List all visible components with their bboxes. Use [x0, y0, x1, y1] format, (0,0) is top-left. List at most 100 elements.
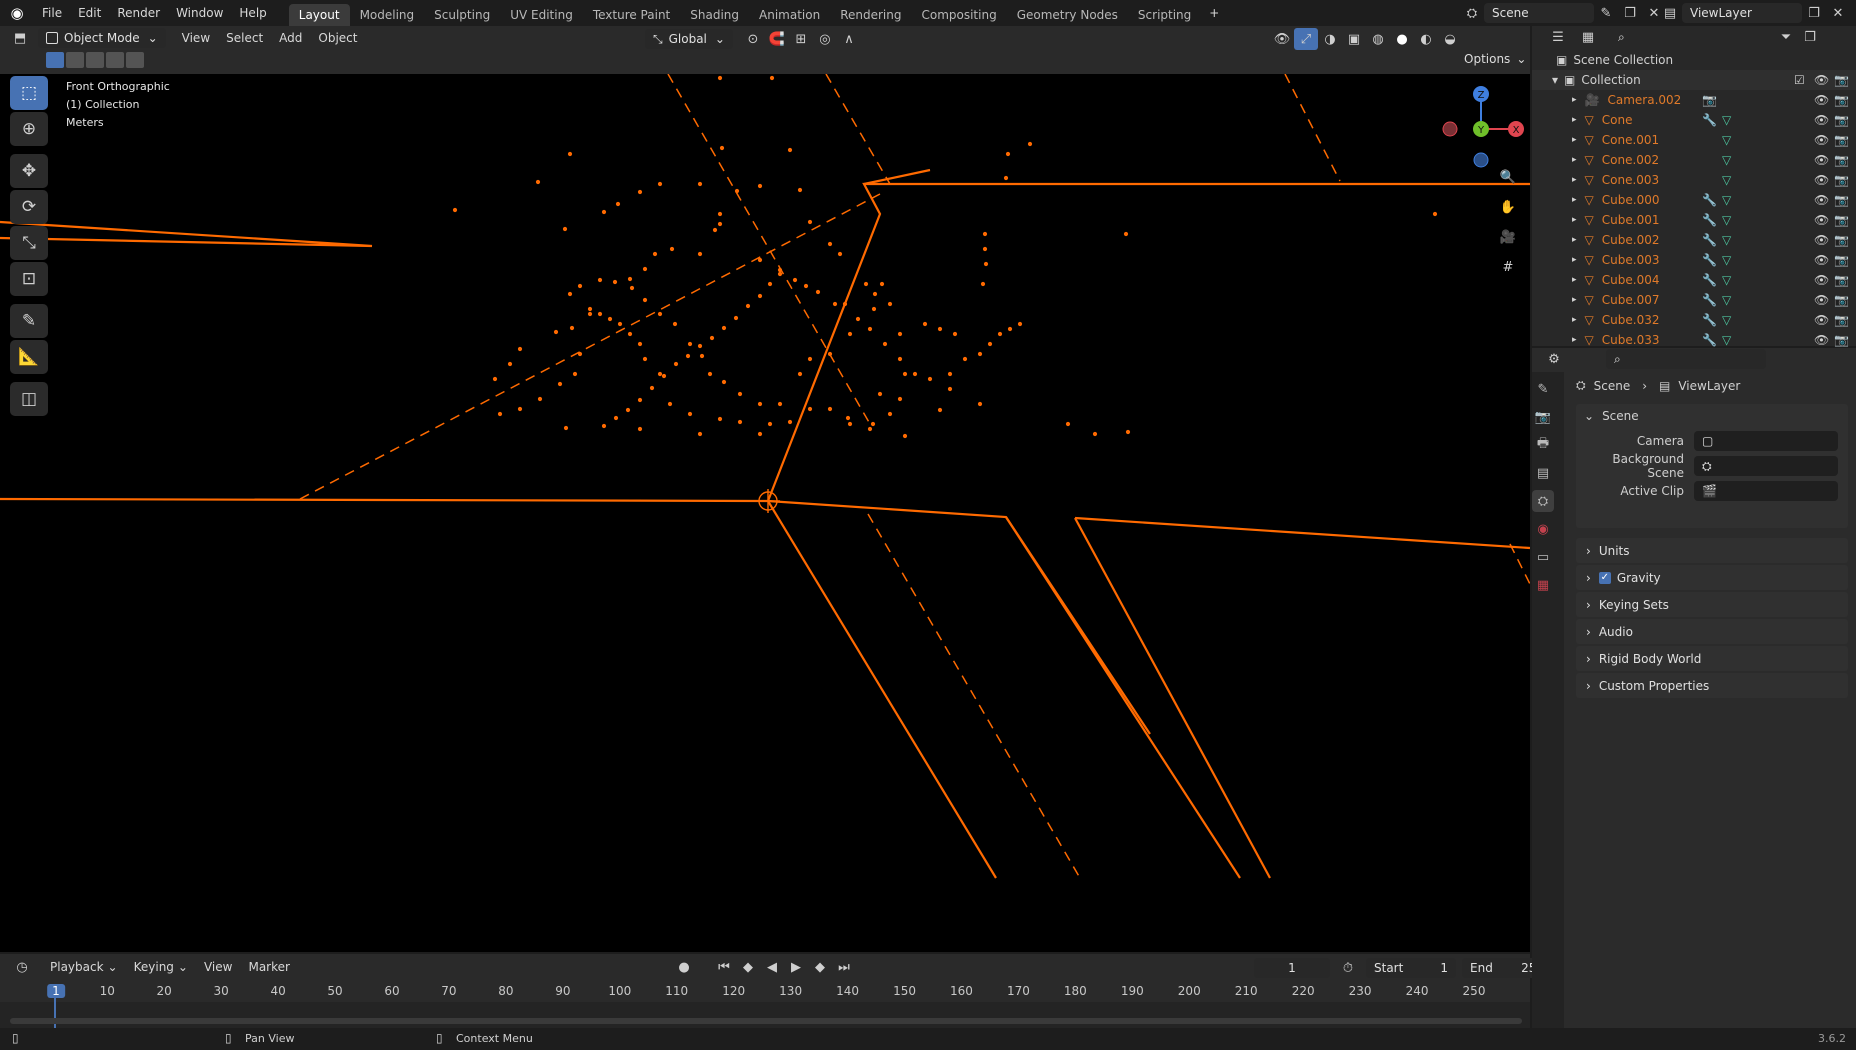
tab-animation[interactable]: Animation — [749, 4, 830, 26]
tool-tab-icon[interactable]: ✎ — [1532, 378, 1554, 400]
active-clip-field[interactable]: 🎬 — [1694, 480, 1838, 501]
expand-arrow-icon[interactable]: ▸ — [1572, 315, 1577, 325]
camera-render-icon[interactable]: 📷 — [1834, 153, 1849, 167]
next-keyframe-icon[interactable]: ◆ — [808, 956, 832, 978]
move-tool-icon[interactable]: ✥ — [10, 154, 48, 188]
eye-icon[interactable]: 👁 — [1814, 153, 1829, 167]
eye-icon[interactable]: 👁 — [1814, 313, 1829, 327]
properties-search-input[interactable]: ⌕ — [1606, 349, 1766, 369]
viewport-menu-object[interactable]: Object — [310, 27, 365, 49]
tab-scripting[interactable]: Scripting — [1128, 4, 1201, 26]
outliner-row-object[interactable]: ▸ 🎥 Camera.002 📷 👁 📷 — [1532, 90, 1856, 110]
outliner-row-object[interactable]: ▸ ▽ Cone 🔧 ▽ 👁 📷 — [1532, 110, 1856, 130]
outliner-row-scene-collection[interactable]: ▣ Scene Collection — [1532, 50, 1856, 70]
start-frame-field[interactable]: Start 1 — [1366, 958, 1456, 978]
camera-render-icon[interactable]: 📷 — [1834, 213, 1849, 227]
measure-tool-icon[interactable]: 📐 — [10, 340, 48, 374]
scene-panel-header[interactable]: ⌄ Scene — [1576, 404, 1848, 428]
camera-render-icon[interactable]: 📷 — [1834, 93, 1849, 107]
play-icon[interactable]: ▶ — [784, 956, 808, 978]
outliner-search-input[interactable]: ⌕ — [1610, 27, 1730, 47]
collection-tab-icon[interactable]: ▭ — [1532, 546, 1554, 568]
render-tab-icon[interactable]: 📷 — [1532, 406, 1554, 428]
world-tab-icon[interactable]: ◉ — [1532, 518, 1554, 540]
view-layer-tab-icon[interactable]: ▤ — [1532, 462, 1554, 484]
remove-view-layer-icon[interactable]: ✕ — [1826, 2, 1850, 24]
expand-arrow-icon[interactable]: ▸ — [1572, 275, 1577, 285]
zoom-icon[interactable]: 🔍 — [1496, 166, 1520, 188]
eye-icon[interactable]: 👁 — [1814, 233, 1829, 247]
pin-icon[interactable]: ✎ — [1594, 2, 1618, 24]
tab-sculpting[interactable]: Sculpting — [424, 4, 500, 26]
menu-window[interactable]: Window — [168, 0, 231, 26]
viewport-menu-select[interactable]: Select — [218, 27, 271, 49]
menu-edit[interactable]: Edit — [70, 0, 109, 26]
eye-icon[interactable]: 👁 — [1814, 253, 1829, 267]
properties-editor-icon[interactable]: ⚙ — [1542, 348, 1566, 370]
expand-arrow-icon[interactable]: ▸ — [1572, 115, 1577, 125]
outliner-row-object[interactable]: ▸ ▽ Cone.003 ▽ 👁 📷 — [1532, 170, 1856, 190]
rotate-tool-icon[interactable]: ⟳ — [10, 190, 48, 224]
camera-render-icon[interactable]: 📷 — [1834, 233, 1849, 247]
viewport-menu-add[interactable]: Add — [271, 27, 310, 49]
editor-type-icon[interactable]: ⬒ — [8, 27, 32, 49]
menu-help[interactable]: Help — [231, 0, 274, 26]
navigation-gizmo[interactable]: Z X Y — [1436, 78, 1526, 168]
select-new-icon[interactable] — [46, 52, 64, 68]
jump-start-icon[interactable]: ⏮ — [712, 956, 736, 978]
outliner-row-object[interactable]: ▸ ▽ Cone.002 ▽ 👁 📷 — [1532, 150, 1856, 170]
camera-render-icon[interactable]: 📷 — [1834, 113, 1849, 127]
select-extend-icon[interactable] — [66, 52, 84, 68]
eye-icon[interactable]: 👁 — [1814, 133, 1829, 147]
scene-selector[interactable]: Scene — [1484, 3, 1594, 23]
eye-icon[interactable]: 👁 — [1814, 293, 1829, 307]
expand-arrow-icon[interactable]: ▸ — [1572, 155, 1577, 165]
outliner-row-object[interactable]: ▸ ▽ Cube.033 🔧 ▽ 👁 📷 — [1532, 330, 1856, 350]
new-collection-icon[interactable]: ❐ — [1798, 26, 1822, 48]
scene-tab-icon[interactable]: ⛭ — [1532, 490, 1554, 512]
subpanel-rigid-body-world[interactable]: › Rigid Body World — [1576, 646, 1848, 671]
timeline-editor-icon[interactable]: ◷ — [10, 956, 34, 978]
select-subtract-icon[interactable] — [86, 52, 104, 68]
cursor-tool-icon[interactable]: ⊕ — [10, 112, 48, 146]
gizmo-toggle-icon[interactable]: ⤢ — [1294, 28, 1318, 50]
subpanel-gravity[interactable]: › ✓ Gravity — [1576, 565, 1848, 590]
new-view-layer-icon[interactable]: ❐ — [1802, 2, 1826, 24]
select-box-tool-icon[interactable]: ⬚ — [10, 76, 48, 110]
camera-render-icon[interactable]: 📷 — [1834, 253, 1849, 267]
tab-texture-paint[interactable]: Texture Paint — [583, 4, 680, 26]
jump-end-icon[interactable]: ⏭ — [832, 956, 856, 978]
camera-render-icon[interactable]: 📷 — [1834, 273, 1849, 287]
expand-arrow-icon[interactable]: ▸ — [1572, 335, 1577, 345]
expand-arrow-icon[interactable]: ▾ — [1552, 73, 1558, 87]
outliner-row-object[interactable]: ▸ ▽ Cube.032 🔧 ▽ 👁 📷 — [1532, 310, 1856, 330]
eye-icon[interactable]: 👁 — [1814, 93, 1829, 107]
subpanel-audio[interactable]: › Audio — [1576, 619, 1848, 644]
expand-arrow-icon[interactable]: ▸ — [1572, 195, 1577, 205]
falloff-icon[interactable]: ∧ — [837, 28, 861, 50]
snap-target-icon[interactable]: ⊞ — [789, 28, 813, 50]
camera-render-icon[interactable]: 📷 — [1834, 333, 1849, 347]
expand-arrow-icon[interactable]: ▸ — [1572, 235, 1577, 245]
play-reverse-icon[interactable]: ◀ — [760, 956, 784, 978]
options-dropdown[interactable]: Options ⌄ — [1464, 52, 1526, 66]
3d-viewport[interactable]: Front Orthographic (1) Collection Meters… — [0, 74, 1530, 952]
camera-render-icon[interactable]: 📷 — [1834, 193, 1849, 207]
outliner-row-object[interactable]: ▸ ▽ Cube.004 🔧 ▽ 👁 📷 — [1532, 270, 1856, 290]
output-tab-icon[interactable]: 🖶 — [1532, 434, 1554, 456]
pan-hand-icon[interactable]: ✋ — [1496, 196, 1520, 218]
camera-render-icon[interactable]: 📷 — [1834, 133, 1849, 147]
outliner-row-object[interactable]: ▸ ▽ Cone.001 ▽ 👁 📷 — [1532, 130, 1856, 150]
expand-arrow-icon[interactable]: ▸ — [1572, 295, 1577, 305]
camera-render-icon[interactable]: 📷 — [1834, 73, 1849, 87]
timeline-scrollbar[interactable] — [10, 1018, 1522, 1024]
eye-icon[interactable]: 👁 — [1814, 273, 1829, 287]
scene-icon[interactable]: ⛭ — [1460, 2, 1484, 24]
select-invert-icon[interactable] — [106, 52, 124, 68]
scale-tool-icon[interactable]: ⤡ — [10, 226, 48, 260]
rendered-shading-icon[interactable]: ◒ — [1438, 28, 1462, 50]
eye-icon[interactable]: 👁 — [1814, 333, 1829, 347]
eye-icon[interactable]: 👁 — [1814, 213, 1829, 227]
outliner-row-collection[interactable]: ▾ ▣ Collection ☑ 👁 📷 — [1532, 70, 1856, 90]
outliner-row-object[interactable]: ▸ ▽ Cube.007 🔧 ▽ 👁 📷 — [1532, 290, 1856, 310]
